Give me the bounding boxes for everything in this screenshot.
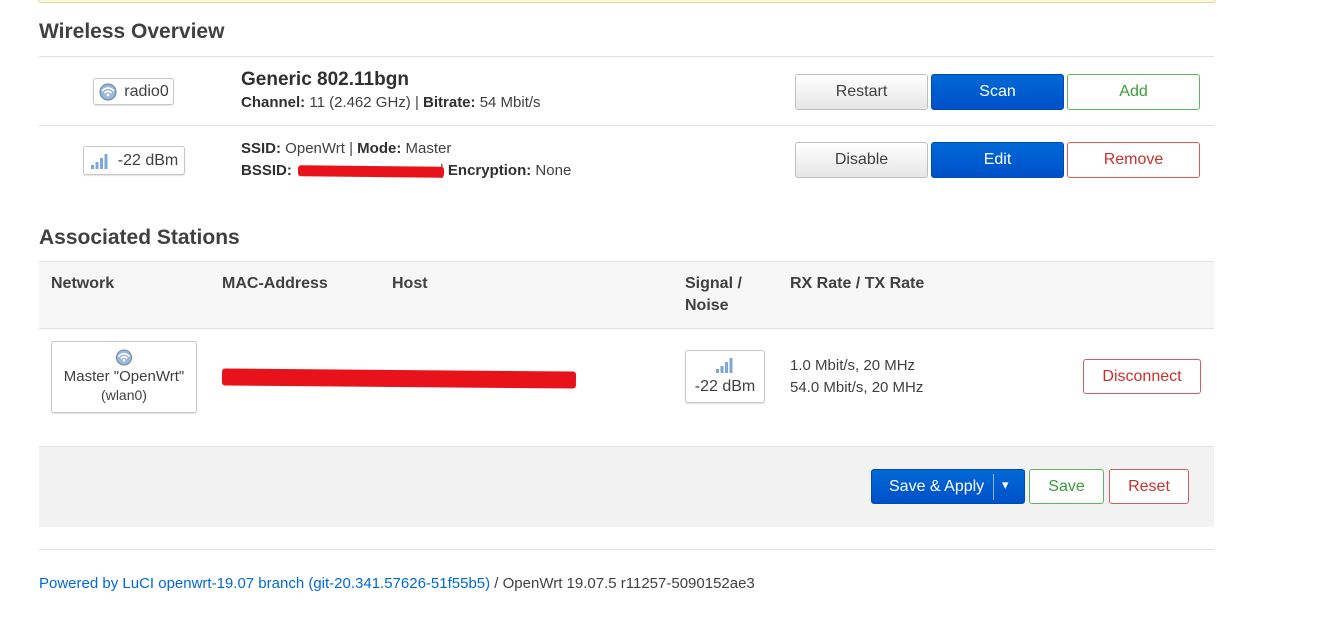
rx-rate: 1.0 Mbit/s, 20 MHz bbox=[790, 357, 916, 374]
radio-name: Generic 802.11bgn bbox=[241, 69, 409, 90]
col-host: Host bbox=[392, 275, 428, 292]
signal-badge-label: -22 dBm bbox=[117, 151, 179, 169]
split-separator bbox=[993, 474, 994, 500]
radio-details: Channel: 11 (2.462 GHz) | Bitrate: 54 Mb… bbox=[241, 94, 541, 111]
divider bbox=[39, 56, 1214, 57]
openwrt-version: / OpenWrt 19.07.5 r11257-5090152ae3 bbox=[490, 575, 755, 592]
restart-button[interactable]: Restart bbox=[795, 74, 928, 110]
encryption-value: None bbox=[531, 162, 572, 179]
mac-host-redaction-mark bbox=[221, 368, 577, 389]
station-network-badge: Master "OpenWrt" (wlan0) bbox=[51, 341, 197, 413]
signal-badge: -22 dBm bbox=[83, 146, 185, 175]
add-button[interactable]: Add bbox=[1067, 74, 1200, 110]
wifi-icon bbox=[115, 349, 133, 366]
bitrate-label: Bitrate: bbox=[423, 94, 476, 111]
bitrate-value: 54 Mbit/s bbox=[475, 94, 541, 111]
col-rate: RX Rate / TX Rate bbox=[790, 275, 925, 292]
bssid-redaction-mark bbox=[297, 165, 445, 178]
save-apply-label: Save & Apply bbox=[889, 477, 985, 495]
divider bbox=[39, 261, 1214, 262]
station-network-iface: (wlan0) bbox=[101, 387, 147, 403]
station-signal-value: -22 dBm bbox=[694, 378, 756, 395]
ssid-label: SSID: bbox=[241, 140, 282, 157]
channel-value: 11 (2.462 GHz) | bbox=[305, 94, 424, 111]
wifi-icon bbox=[99, 83, 117, 100]
radio-badge-label: radio0 bbox=[124, 82, 169, 100]
bssid-label: BSSID: bbox=[241, 162, 292, 179]
save-button[interactable]: Save bbox=[1029, 469, 1104, 504]
associated-stations-title: Associated Stations bbox=[39, 226, 240, 249]
radio-badge[interactable]: radio0 bbox=[93, 78, 174, 105]
divider bbox=[39, 549, 1214, 550]
network-ssid-line: SSID: OpenWrt | Mode: Master bbox=[241, 140, 451, 157]
col-signal: Signal / Noise bbox=[685, 273, 742, 317]
col-mac: MAC-Address bbox=[222, 275, 328, 292]
chevron-down-icon[interactable]: ▾ bbox=[1002, 477, 1009, 493]
save-apply-button[interactable]: Save & Apply ▾ bbox=[871, 469, 1025, 504]
disconnect-button[interactable]: Disconnect bbox=[1083, 359, 1201, 394]
station-signal-badge: -22 dBm bbox=[685, 350, 765, 403]
col-signal-line2: Noise bbox=[685, 297, 729, 314]
encryption-label: Encryption: bbox=[447, 162, 532, 179]
luci-link[interactable]: Powered by LuCI openwrt-19.07 branch (gi… bbox=[39, 575, 490, 592]
top-alert-edge bbox=[38, 0, 1216, 3]
footer: Powered by LuCI openwrt-19.07 branch (gi… bbox=[39, 575, 755, 592]
ssid-value: OpenWrt | bbox=[281, 140, 358, 157]
divider bbox=[39, 125, 1214, 126]
disable-button[interactable]: Disable bbox=[795, 142, 928, 178]
mode-value: Master bbox=[401, 140, 452, 157]
signal-icon bbox=[716, 358, 733, 373]
station-network-name: Master "OpenWrt" bbox=[63, 368, 185, 385]
signal-icon bbox=[90, 153, 108, 169]
edit-button[interactable]: Edit bbox=[931, 142, 1064, 178]
scan-button[interactable]: Scan bbox=[931, 74, 1064, 110]
divider bbox=[39, 446, 1214, 447]
mode-label: Mode: bbox=[357, 140, 402, 157]
remove-button[interactable]: Remove bbox=[1067, 142, 1200, 178]
tx-rate: 54.0 Mbit/s, 20 MHz bbox=[790, 379, 924, 396]
wireless-overview-title: Wireless Overview bbox=[39, 20, 225, 43]
stations-table-header bbox=[39, 262, 1214, 328]
col-signal-line1: Signal / bbox=[685, 275, 742, 292]
channel-label: Channel: bbox=[241, 94, 306, 111]
luci-wireless-page: Wireless Overview radio0 Generic 802.11b… bbox=[0, 0, 1330, 622]
reset-button[interactable]: Reset bbox=[1109, 469, 1189, 504]
divider bbox=[39, 328, 1214, 329]
col-network: Network bbox=[51, 275, 115, 292]
